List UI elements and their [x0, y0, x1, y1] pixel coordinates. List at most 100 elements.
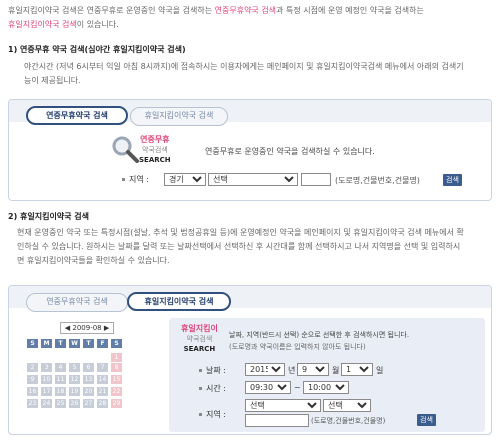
calendar: ◀ 2009-08 ▶ SMTWTFS 1 2 3 4 5 6 7 8 9 10 11 12 13 14 1…: [27, 322, 147, 410]
panel1-region-label: 지역 :: [129, 175, 149, 184]
bullet-icon: [122, 177, 125, 181]
address-input[interactable]: [301, 173, 331, 186]
region-province-select[interactable]: 선택: [245, 399, 321, 412]
region-city-select[interactable]: 선택: [323, 399, 371, 412]
search-button-yeonjung[interactable]: 검색: [443, 174, 462, 186]
panel2-hint: (도로명,건물번호,건물명): [311, 417, 386, 425]
calendar-day[interactable]: 6: [83, 363, 94, 372]
time-separator: ~: [294, 383, 301, 392]
section2-body-line1: 현재 운영중인 약국 또는 특정시점(설날, 추석 및 법정공휴일 등)에 운영…: [17, 228, 464, 237]
tab-holiday-search[interactable]: 휴일지킴이약국 검색: [130, 107, 228, 126]
region-label: 지역 :: [199, 409, 226, 420]
calendar-day[interactable]: 7: [97, 363, 108, 372]
calendar-day[interactable]: 16: [27, 387, 38, 396]
calendar-week: 23 24 25 26 27 28 29: [27, 398, 147, 410]
tab-holiday-search[interactable]: 휴일지킴이약국 검색: [127, 292, 231, 311]
panel1-desc: 연중무휴로 운영중인 약국을 검색하실 수 있습니다.: [205, 147, 375, 156]
calendar-month: 2009-08: [72, 324, 102, 332]
calendar-day[interactable]: 10: [41, 375, 52, 384]
calendar-next-icon[interactable]: ▶: [104, 324, 109, 332]
time-to-select[interactable]: 10:00: [303, 381, 349, 394]
calendar-day: [83, 350, 94, 359]
intro-line1-end: 과 특정 시점에 운영 예정인 약국을 검색하는: [276, 6, 424, 15]
panel-holiday: 연중무휴약국 검색 휴일지킴이약국 검색 ◀ 2009-08 ▶ SMTWTFS…: [8, 285, 492, 435]
calendar-day[interactable]: 3: [41, 363, 52, 372]
year-select[interactable]: 2015: [245, 363, 285, 376]
calendar-week: 16 17 18 19 20 21 22: [27, 386, 147, 398]
calendar-day[interactable]: 12: [69, 375, 80, 384]
province-select[interactable]: 경기: [164, 173, 206, 186]
time-label: 시간 :: [199, 383, 226, 394]
logo1-line1: 연중무휴: [140, 135, 170, 144]
section1-body-line2: 능이 제공됩니다.: [24, 76, 81, 85]
section1-body: 야간시간 (저녁 6시부터 익일 아침 8시까지)에 접속하시는 이용자에게는 …: [24, 60, 494, 88]
calendar-day[interactable]: 27: [83, 399, 94, 408]
section2-body: 현재 운영중인 약국 또는 특정시점(설날, 추석 및 법정공휴일 등)에 운영…: [17, 226, 495, 268]
calendar-day[interactable]: 18: [55, 387, 66, 396]
calendar-day[interactable]: 20: [83, 387, 94, 396]
intro-link-holiday: 휴일지킴이약국 검색: [8, 20, 77, 29]
calendar-day[interactable]: 29: [111, 399, 122, 408]
calendar-weekdays: SMTWTFS: [27, 338, 147, 350]
holiday-search-box: 휴일지킴이 약국검색 SEARCH 날짜, 지역(반드시 선택) 순으로 선택한…: [169, 318, 485, 432]
weekday-label: T: [55, 339, 66, 348]
calendar-day[interactable]: 26: [69, 399, 80, 408]
logo1-line3: SEARCH: [139, 156, 171, 164]
calendar-days: 1 2 3 4 5 6 7 8 9 10 11 12 13 14 15 16 17 18 19 20 21 22 23 24 2…: [27, 350, 147, 410]
logo2-line1: 휴일지킴이: [181, 324, 218, 333]
month-select[interactable]: 9: [297, 363, 329, 376]
holiday-address-input[interactable]: [245, 414, 309, 427]
calendar-day[interactable]: 8: [111, 363, 122, 372]
search-button-holiday[interactable]: 검색: [417, 414, 436, 426]
time-label-text: 시간 :: [206, 384, 226, 393]
intro-link-yeonjung: 연중무휴약국 검색: [214, 6, 277, 15]
calendar-day[interactable]: 15: [111, 375, 122, 384]
calendar-day[interactable]: 22: [111, 387, 122, 396]
calendar-day[interactable]: 13: [83, 375, 94, 384]
day-unit: 일: [376, 366, 384, 375]
panel1-logo: 연중무휴 약국검색 SEARCH: [139, 135, 171, 165]
date-label: 날짜 :: [199, 365, 226, 376]
calendar-day[interactable]: 9: [27, 375, 38, 384]
calendar-day[interactable]: 11: [55, 375, 66, 384]
weekday-label: S: [111, 339, 122, 348]
year-unit: 년: [288, 366, 296, 375]
section2-body-line2: 인하실 수 있습니다. 원하시는 날짜를 달력 또는 날짜선택에서 선택하신 후…: [17, 242, 461, 251]
month-unit: 월: [332, 366, 340, 375]
intro-line2-end: 이 있습니다.: [76, 20, 119, 29]
calendar-week: 9 10 11 12 13 14 15: [27, 374, 147, 386]
section1-body-line1: 야간시간 (저녁 6시부터 익일 아침 8시까지)에 접속하시는 이용자에게는 …: [24, 62, 464, 71]
weekday-label: M: [41, 339, 52, 348]
calendar-day[interactable]: 5: [69, 363, 80, 372]
date-label-text: 날짜 :: [206, 366, 226, 375]
calendar-day: [69, 350, 80, 359]
tab-yeonjung-search[interactable]: 연중무휴약국 검색: [26, 293, 128, 312]
weekday-label: W: [69, 339, 80, 348]
intro-line1: 휴일지킴이약국 검색은 연중무휴로 운영중인 약국을 검색하는: [8, 6, 215, 15]
bullet-icon: [199, 412, 202, 416]
time-from-select[interactable]: 09:30: [245, 381, 291, 394]
city-select[interactable]: 선택: [208, 173, 298, 186]
calendar-day[interactable]: 21: [97, 387, 108, 396]
day-select[interactable]: 1: [341, 363, 373, 376]
calendar-day[interactable]: 17: [41, 387, 52, 396]
calendar-day[interactable]: 24: [41, 399, 52, 408]
calendar-day: [55, 350, 66, 359]
panel-yeonjung: 연중무휴약국 검색 휴일지킴이약국 검색 연중무휴 약국검색 SEARCH 연중…: [8, 99, 492, 201]
calendar-day[interactable]: 2: [27, 363, 38, 372]
region-label-text: 지역 :: [206, 410, 226, 419]
panel2-desc1: 날짜, 지역(반드시 선택) 순으로 선택한 후 검색하시면 됩니다.: [229, 331, 410, 339]
panel1-region-row: 지역 :: [122, 174, 149, 185]
calendar-day[interactable]: 14: [97, 375, 108, 384]
bullet-icon: [199, 386, 202, 390]
calendar-day[interactable]: 23: [27, 399, 38, 408]
calendar-day[interactable]: 4: [55, 363, 66, 372]
tab-yeonjung-search[interactable]: 연중무휴약국 검색: [26, 106, 128, 125]
calendar-header: ◀ 2009-08 ▶: [27, 322, 147, 335]
calendar-day[interactable]: 25: [55, 399, 66, 408]
calendar-day[interactable]: 28: [97, 399, 108, 408]
calendar-day[interactable]: 1: [111, 353, 122, 362]
calendar-prev-icon[interactable]: ◀: [65, 324, 70, 332]
section2-body-line3: 면 휴일지킴이약국들을 확인하실 수 있습니다.: [17, 256, 170, 265]
calendar-day[interactable]: 19: [69, 387, 80, 396]
